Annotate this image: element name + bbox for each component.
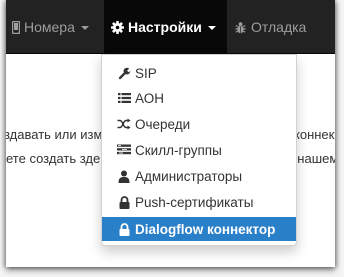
nav-item-numbers[interactable]: Номера bbox=[6, 0, 104, 54]
nav-item-settings[interactable]: Настройки bbox=[104, 0, 227, 54]
top-navbar: Номера Настройки Отладка bbox=[6, 0, 335, 54]
menu-item-label: Администраторы bbox=[135, 168, 243, 184]
menu-item-label: Push-сертификаты bbox=[135, 194, 254, 210]
nav-item-label: Настройки bbox=[128, 19, 202, 35]
mobile-phone-icon bbox=[12, 20, 20, 34]
menu-item-push-certificates[interactable]: Push-сертификаты bbox=[102, 190, 296, 214]
settings-dropdown-menu: SIP АОН Очереди Скилл-группы Администрат… bbox=[101, 54, 297, 246]
chevron-down-icon bbox=[207, 26, 216, 30]
menu-item-sip[interactable]: SIP bbox=[102, 61, 296, 85]
nav-item-label: Отладка bbox=[251, 19, 307, 35]
chevron-down-icon bbox=[80, 26, 89, 30]
menu-item-label: Очереди bbox=[135, 116, 191, 132]
page-text-fragment: ете создать зде bbox=[6, 151, 101, 166]
gear-icon bbox=[111, 20, 124, 34]
shuffle-icon bbox=[117, 117, 131, 131]
menu-item-dialogflow-connector[interactable]: Dialogflow коннектор bbox=[102, 217, 296, 241]
list-icon bbox=[117, 91, 131, 105]
browser-window: Номера Настройки Отладка здавать или изм… bbox=[6, 0, 335, 267]
menu-item-label: Скилл-группы bbox=[135, 142, 222, 158]
wrench-icon bbox=[117, 66, 131, 80]
lock-icon bbox=[117, 222, 131, 236]
menu-item-caller-id[interactable]: АОН bbox=[102, 86, 296, 110]
bug-icon bbox=[234, 21, 247, 34]
menu-item-queues[interactable]: Очереди bbox=[102, 112, 296, 136]
menu-item-label: АОН bbox=[135, 90, 164, 106]
lock-icon bbox=[117, 195, 131, 209]
page-text-fragment: здавать или изм bbox=[6, 127, 103, 142]
nav-item-label: Номера bbox=[24, 19, 75, 35]
menu-item-administrators[interactable]: Администраторы bbox=[102, 164, 296, 188]
menu-item-label: Dialogflow коннектор bbox=[135, 221, 276, 237]
menu-item-skill-groups[interactable]: Скилл-группы bbox=[102, 138, 296, 162]
menu-item-label: SIP bbox=[135, 65, 157, 81]
stacked-list-icon bbox=[117, 143, 131, 157]
user-icon bbox=[117, 169, 131, 183]
nav-item-debug[interactable]: Отладка bbox=[227, 0, 335, 54]
page-text-fragment: коннектор bbox=[294, 127, 335, 142]
